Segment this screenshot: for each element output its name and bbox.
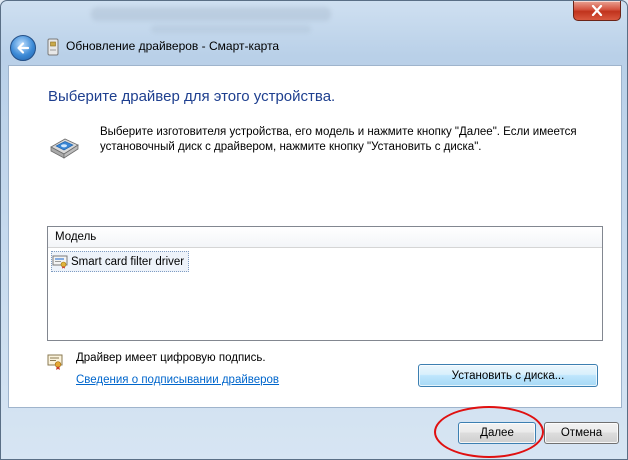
instructions-text: Выберите изготовителя устройства, его мо… (100, 126, 577, 153)
hardware-driver-icon (50, 138, 79, 159)
signed-certificate-icon (47, 354, 63, 370)
smart-card-icon (47, 38, 59, 56)
signature-status: Драйвер имеет цифровую подпись. (76, 352, 266, 364)
column-header-model[interactable]: Модель (48, 227, 602, 248)
wizard-content: Выберите драйвер для этого устройства. В… (8, 65, 622, 408)
close-x-icon (591, 5, 603, 16)
background-blur (91, 7, 331, 21)
wizard-window: Обновление драйверов - Смарт-карта Выбер… (0, 0, 628, 460)
cancel-button[interactable]: Отмена (544, 422, 619, 444)
close-button[interactable] (573, 1, 621, 21)
driver-signing-link[interactable]: Сведения о подписывании драйверов (76, 374, 279, 386)
next-button[interactable]: Далее (458, 422, 536, 444)
list-item-label: Smart card filter driver (71, 255, 185, 268)
model-listbox[interactable]: Модель Smart card filter driver (47, 226, 603, 341)
install-from-disk-button[interactable]: Установить с диска... (418, 364, 598, 387)
list-item[interactable]: Smart card filter driver (51, 251, 190, 272)
page-heading: Выберите драйвер для этого устройства. (48, 88, 336, 105)
background-blur (151, 25, 311, 33)
driver-certificate-icon (52, 255, 68, 269)
back-arrow-icon (17, 42, 30, 54)
window-title: Обновление драйверов - Смарт-карта (66, 39, 280, 53)
back-button[interactable] (10, 35, 36, 61)
